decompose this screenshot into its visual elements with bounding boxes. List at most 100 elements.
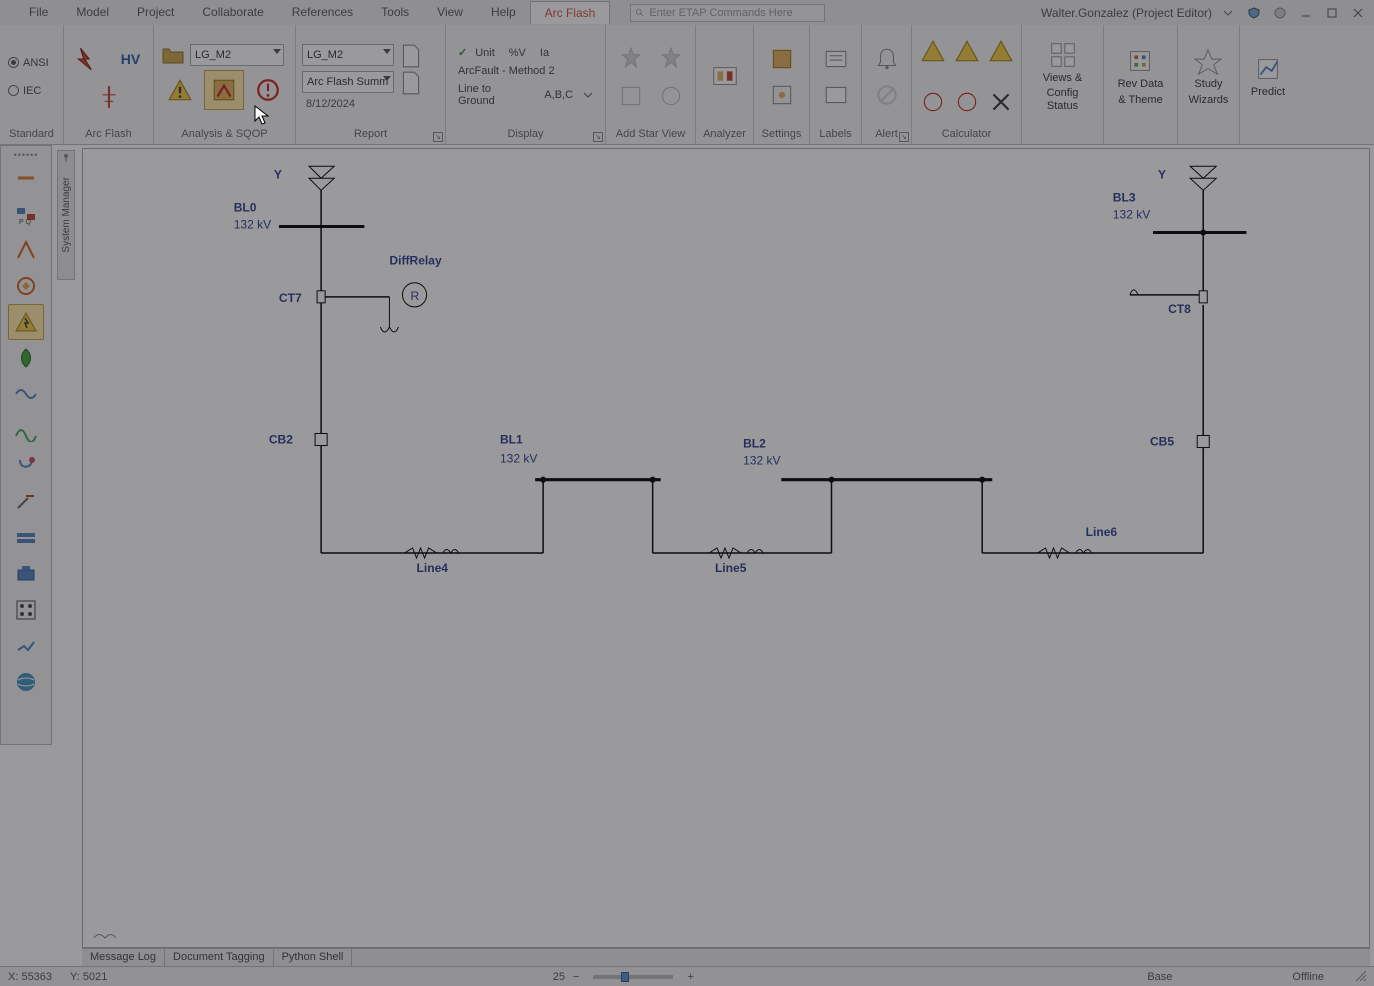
source-bl3[interactable]: Y: [1158, 166, 1216, 232]
tab-python-shell[interactable]: Python Shell: [274, 949, 353, 966]
side-btn-1[interactable]: [8, 160, 44, 196]
analysis-combo[interactable]: LG_M2: [190, 44, 284, 66]
side-btn-8[interactable]: [8, 412, 44, 448]
system-manager-tab[interactable]: System Manager: [57, 150, 75, 280]
addstar-btn-4[interactable]: [654, 79, 688, 113]
side-btn-15[interactable]: [8, 664, 44, 700]
bus-bl1[interactable]: BL1 132 kV: [500, 433, 661, 483]
side-btn-10[interactable]: [8, 484, 44, 520]
addstar-btn-3[interactable]: [614, 79, 648, 113]
side-btn-12[interactable]: [8, 556, 44, 592]
display-row-3[interactable]: Line to Ground A,B,C: [454, 81, 597, 109]
menu-help[interactable]: Help: [477, 1, 530, 24]
grip-icon[interactable]: ••••••: [14, 150, 39, 160]
zoom-out-button[interactable]: −: [573, 971, 579, 983]
globe-icon[interactable]: [1270, 3, 1290, 23]
tab-message-log[interactable]: Message Log: [82, 949, 165, 966]
svg-text:BL3: BL3: [1113, 190, 1136, 204]
source-bl0[interactable]: Y: [274, 166, 334, 226]
settings-btn-2[interactable]: [766, 79, 798, 111]
menu-tools[interactable]: Tools: [367, 1, 423, 24]
alert-cancel-icon[interactable]: [871, 79, 903, 111]
side-btn-11[interactable]: [8, 520, 44, 556]
menu-references[interactable]: References: [278, 1, 367, 24]
addstar-btn-1[interactable]: [614, 41, 648, 75]
diagram-canvas[interactable]: Y BL0 132 kV CT7 R DiffRelay CB2 Line4: [82, 148, 1370, 948]
menu-collaborate[interactable]: Collaborate: [188, 1, 277, 24]
title-right: Walter.Gonzalez (Project Editor): [1041, 3, 1374, 23]
menu-project[interactable]: Project: [123, 1, 188, 24]
report-combo-2[interactable]: Arc Flash Summ: [302, 71, 394, 93]
cb2[interactable]: CB2: [269, 303, 327, 553]
views-button[interactable]: Views &Config Status: [1026, 38, 1099, 116]
addstar-btn-2[interactable]: [654, 41, 688, 75]
diffrelay[interactable]: R DiffRelay: [389, 254, 442, 307]
labels-btn-1[interactable]: [820, 43, 852, 75]
line5[interactable]: Line5: [653, 480, 832, 575]
study-button[interactable]: StudyWizards: [1183, 44, 1235, 108]
report-combo-1[interactable]: LG_M2: [302, 44, 394, 66]
ct7[interactable]: CT7: [279, 227, 399, 332]
line6[interactable]: Line6: [982, 448, 1203, 559]
side-btn-7[interactable]: [8, 376, 44, 412]
side-btn-14[interactable]: [8, 628, 44, 664]
report-doc-icon[interactable]: [398, 44, 424, 68]
analysis-btn-warning[interactable]: [160, 70, 200, 110]
radio-ansi[interactable]: ANSI: [8, 57, 49, 69]
display-row-1[interactable]: ✓ Unit %V Ia: [454, 44, 553, 61]
maximize-button[interactable]: [1322, 3, 1342, 23]
analysis-btn-selected[interactable]: [204, 70, 244, 110]
side-btn-3[interactable]: [8, 232, 44, 268]
bus-bl2[interactable]: BL2 132 kV: [743, 437, 992, 483]
menu-model[interactable]: Model: [62, 1, 123, 24]
alert-bell-icon[interactable]: [871, 43, 903, 75]
bus-bl3[interactable]: BL3 132 kV: [1113, 190, 1247, 290]
menu-arc-flash[interactable]: Arc Flash: [530, 1, 611, 24]
calc-btn-3[interactable]: [986, 36, 1016, 66]
cb5[interactable]: CB5: [1150, 305, 1209, 449]
calc-btn-2[interactable]: [952, 36, 982, 66]
arcflash-btn-1[interactable]: [68, 40, 106, 78]
side-btn-13[interactable]: [8, 592, 44, 628]
calc-btn-4[interactable]: [918, 87, 948, 117]
command-input[interactable]: Enter ETAP Commands Here: [630, 4, 825, 22]
predict-button[interactable]: Predict: [1245, 52, 1291, 101]
side-btn-arcflash[interactable]: [8, 304, 44, 340]
labels-btn-2[interactable]: [820, 79, 852, 111]
resize-grip-icon[interactable]: [1354, 969, 1366, 984]
alert-launcher[interactable]: ↘: [899, 132, 909, 142]
calc-btn-1[interactable]: [918, 36, 948, 66]
analyzer-button[interactable]: [704, 60, 746, 94]
bus-bl0[interactable]: BL0 132 kV: [234, 200, 365, 231]
line4[interactable]: Line4: [321, 480, 543, 575]
ct8[interactable]: CT8: [1130, 290, 1207, 316]
side-btn-2[interactable]: P Q: [8, 196, 44, 232]
folder-icon[interactable]: [160, 44, 186, 66]
display-launcher[interactable]: ↘: [593, 132, 603, 142]
revdata-button[interactable]: Rev Data& Theme: [1112, 44, 1170, 108]
side-btn-4[interactable]: [8, 268, 44, 304]
group-display: ✓ Unit %V Ia ArcFault - Method 2 Line to…: [446, 25, 606, 144]
arcflash-btn-hv[interactable]: HV: [112, 40, 150, 78]
menu-view[interactable]: View: [423, 1, 477, 24]
side-btn-9[interactable]: [8, 448, 44, 484]
close-button[interactable]: [1348, 3, 1368, 23]
calc-btn-5[interactable]: [952, 87, 982, 117]
zoom-slider[interactable]: [593, 975, 673, 979]
dropdown-icon[interactable]: [1218, 3, 1238, 23]
radio-iec[interactable]: IEC: [8, 85, 41, 97]
calc-btn-6[interactable]: [986, 87, 1016, 117]
group-label-analyzer: Analyzer: [700, 126, 749, 144]
zoom-in-button[interactable]: +: [687, 971, 693, 983]
menu-file[interactable]: File: [15, 1, 62, 24]
settings-btn-1[interactable]: [766, 43, 798, 75]
report-doc2-icon[interactable]: [398, 71, 424, 95]
minimize-button[interactable]: [1296, 3, 1316, 23]
analysis-btn-alert[interactable]: [248, 70, 288, 110]
display-row-2[interactable]: ArcFault - Method 2: [454, 63, 559, 79]
arcflash-btn-sum[interactable]: [92, 80, 126, 114]
report-launcher[interactable]: ↘: [433, 132, 443, 142]
side-btn-6[interactable]: [8, 340, 44, 376]
tab-document-tagging[interactable]: Document Tagging: [165, 949, 274, 966]
shield-icon[interactable]: [1244, 3, 1264, 23]
